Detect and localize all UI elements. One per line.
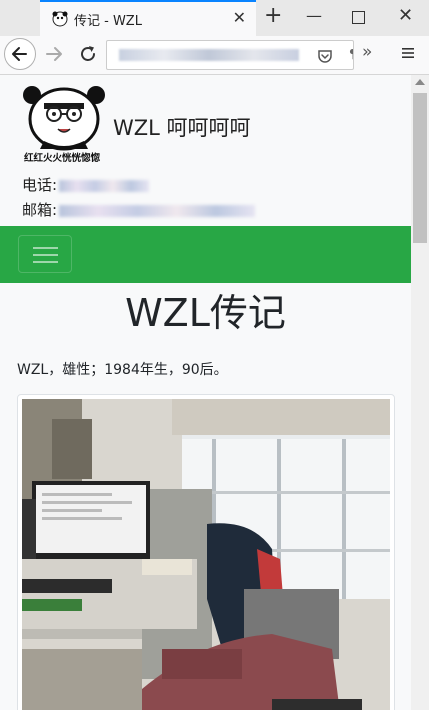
hamburger-line [33, 254, 58, 256]
window-close-button[interactable]: ✕ [398, 5, 413, 26]
tab-strip: 传记 - WZL ✕ + — ✕ [0, 0, 429, 36]
back-button[interactable] [4, 38, 36, 70]
scrollbar-thumb[interactable] [413, 93, 427, 243]
phone-row: 电话: [22, 174, 150, 195]
forward-icon[interactable] [44, 44, 64, 64]
active-tab[interactable]: 传记 - WZL ✕ [40, 0, 256, 36]
pocket-icon[interactable] [317, 48, 333, 64]
page-viewport: 红红火火恍恍惚惚 WZL 呵呵呵呵 电话: 邮箱: WZL传记 WZL，雄性；1… [0, 75, 411, 710]
intro-text: WZL，雄性；1984年生，90后。 [17, 362, 228, 378]
minimize-button[interactable]: — [306, 6, 322, 25]
url-text-blurred [119, 49, 299, 61]
site-title: WZL 呵呵呵呵 [113, 116, 251, 140]
menu-icon[interactable] [400, 45, 416, 61]
back-icon [12, 47, 27, 61]
page-title: WZL传记 [125, 291, 286, 335]
tab-favicon-icon [52, 11, 68, 27]
phone-label: 电话: [22, 176, 58, 194]
hamburger-line [33, 247, 58, 249]
email-value-blurred [59, 204, 256, 217]
toolbar-overflow-button[interactable]: » [362, 42, 372, 62]
url-bar[interactable]: ¶ [106, 40, 354, 70]
tab-title: 传记 - WZL [74, 14, 142, 29]
office-photo-image [22, 399, 390, 710]
office-photo [22, 399, 390, 710]
scroll-up-icon[interactable] [415, 79, 425, 85]
avatar-caption: 红红火火恍恍惚惚 [24, 153, 101, 164]
tab-close-icon[interactable]: ✕ [233, 8, 246, 27]
reload-icon[interactable] [78, 44, 98, 64]
phone-value-blurred [59, 179, 150, 192]
email-label: 邮箱: [22, 201, 58, 219]
new-tab-button[interactable]: + [264, 3, 282, 28]
url-overflow-icon: ¶ [349, 47, 353, 61]
navigation-toolbar: ¶ » [0, 36, 429, 75]
email-row: 邮箱: [22, 199, 256, 220]
maximize-button[interactable] [352, 11, 365, 24]
hamburger-line [33, 261, 58, 263]
vertical-scrollbar[interactable] [411, 75, 429, 710]
navbar-toggle-button[interactable] [18, 235, 72, 273]
photo-card [17, 394, 395, 710]
site-navbar [0, 226, 411, 283]
avatar: 红红火火恍恍惚惚 [22, 83, 106, 164]
